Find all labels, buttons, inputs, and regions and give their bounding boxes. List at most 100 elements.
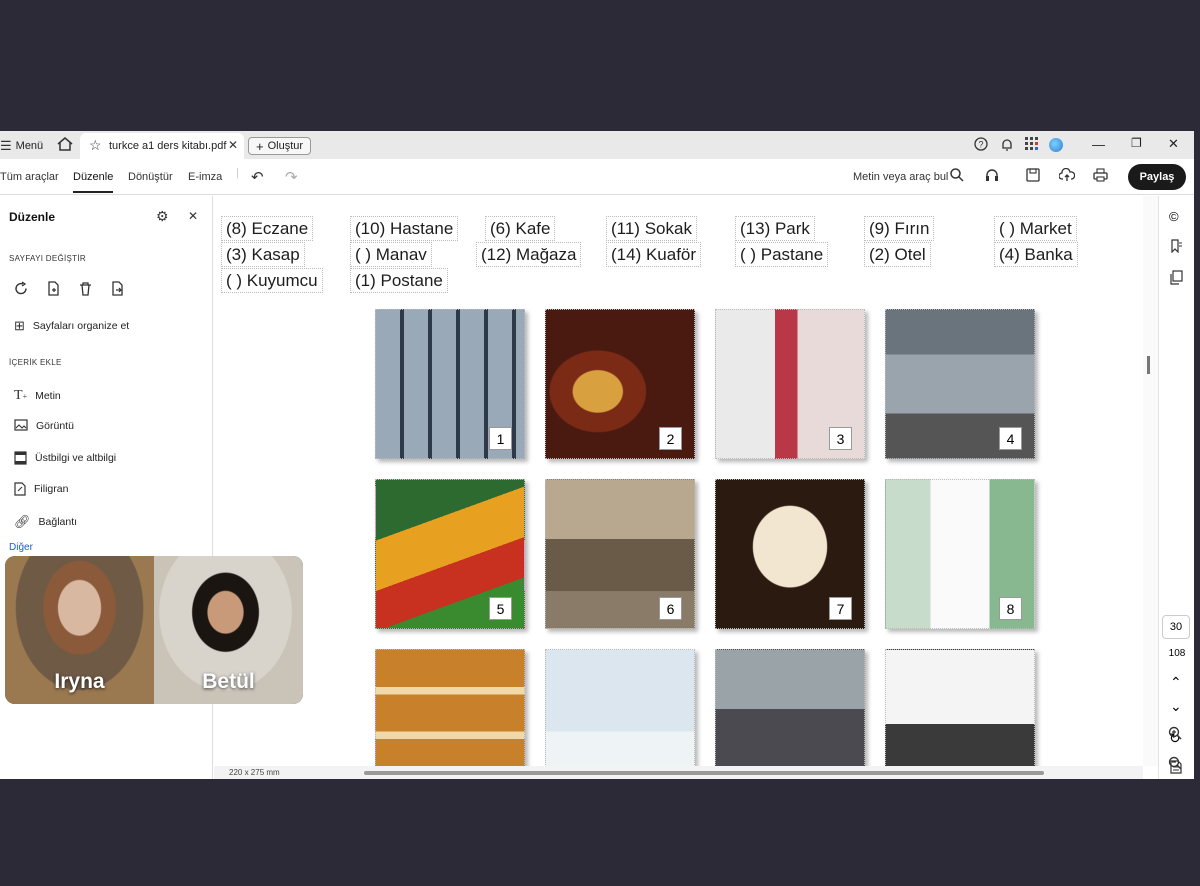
horizontal-scrollbar[interactable]: 220 x 275 mm [214, 766, 1143, 779]
section-change-page: SAYFAYI DEĞİŞTİR [9, 254, 86, 263]
close-panel-icon[interactable]: ✕ [188, 209, 198, 223]
photo-7: 7 [715, 479, 865, 629]
vocab-word[interactable]: (3) Kasap [221, 242, 305, 267]
participant-tile-iryna[interactable]: Iryna [5, 556, 154, 704]
home-button[interactable] [56, 136, 74, 152]
vocab-word[interactable]: (8) Eczane [221, 216, 314, 241]
vocab-word[interactable]: ( ) Pastane [735, 242, 829, 267]
tab-document[interactable]: ☆ turkce a1 ders kitabı.pdf ✕ [80, 133, 244, 159]
add-image-button[interactable]: Görüntü [14, 419, 74, 432]
photo-6: 6 [545, 479, 695, 629]
search-icon[interactable] [950, 168, 964, 185]
vscroll-thumb[interactable] [1147, 356, 1150, 374]
help-icon[interactable]: ? [974, 137, 988, 151]
participant-name: Iryna [54, 670, 105, 693]
comment-icon[interactable]: © [1169, 209, 1179, 224]
restore-icon[interactable]: ❐ [1131, 136, 1142, 150]
pages-icon[interactable] [1169, 270, 1183, 290]
share-button[interactable]: Paylaş [1128, 164, 1186, 190]
chevron-down-icon[interactable]: ⌄ [1170, 698, 1182, 715]
settings-icon[interactable]: ⚙ [156, 208, 169, 225]
photo-5: 5 [375, 479, 525, 629]
photo-2: 2 [545, 309, 695, 459]
photo-number-label: 8 [999, 597, 1022, 620]
star-icon[interactable]: ☆ [89, 137, 102, 154]
vocab-word[interactable]: (6) Kafe [485, 216, 556, 241]
add-text-button[interactable]: T + Metin [14, 388, 61, 404]
bell-icon[interactable] [1000, 137, 1014, 152]
tab-esign[interactable]: E-imza [188, 171, 222, 183]
apps-icon[interactable] [1025, 137, 1039, 151]
photo-row3-1 [375, 649, 525, 779]
watermark-label: Filigran [34, 483, 69, 495]
vocab-word[interactable]: (4) Banka [994, 242, 1078, 267]
vocab-word[interactable]: ( ) Kuyumcu [221, 268, 323, 293]
photo-number-label: 4 [999, 427, 1022, 450]
page-size-label: 220 x 275 mm [229, 768, 280, 777]
vocab-word[interactable]: (11) Sokak [606, 216, 697, 241]
delete-icon[interactable] [78, 281, 93, 296]
home-icon [57, 137, 73, 151]
print-icon[interactable] [1093, 168, 1108, 185]
vocab-word[interactable]: (2) Otel [864, 242, 931, 267]
photo-number-label: 1 [489, 427, 512, 450]
rotate-icon[interactable] [14, 281, 29, 296]
photo-4: 4 [885, 309, 1035, 459]
watermark-button[interactable]: Filigran [14, 482, 68, 496]
organize-icon: ⊞ [14, 318, 25, 333]
zoom-out-icon[interactable] [1168, 756, 1182, 775]
create-button[interactable]: + Oluştur [248, 137, 312, 155]
tab-all-tools[interactable]: Tüm araçlar [0, 171, 59, 183]
page-total: 108 [1168, 648, 1186, 659]
svg-text:?: ? [979, 140, 984, 150]
upload-cloud-icon[interactable] [1058, 167, 1076, 185]
vertical-scrollbar[interactable] [1143, 196, 1158, 766]
tab-convert[interactable]: Dönüştür [128, 171, 173, 183]
link-label: Bağlantı [38, 516, 78, 528]
tab-title: turkce a1 ders kitabı.pdf [109, 140, 227, 152]
bookmark-icon[interactable] [1169, 239, 1183, 258]
organize-pages-button[interactable]: ⊞ Sayfaları organize et [14, 318, 129, 334]
vocab-word[interactable]: (9) Fırın [864, 216, 935, 241]
photo-1: 1 [375, 309, 525, 459]
close-window-icon[interactable]: ✕ [1168, 136, 1179, 152]
insert-page-icon[interactable] [46, 281, 61, 296]
create-label: Oluştur [267, 140, 304, 152]
photo-number-label: 5 [489, 597, 512, 620]
photo-number-label: 2 [659, 427, 682, 450]
header-footer-button[interactable]: Üstbilgi ve altbilgi [14, 451, 116, 465]
avatar[interactable] [1049, 138, 1063, 152]
hamburger-icon: ☰ [0, 138, 12, 153]
vocab-word[interactable]: (13) Park [735, 216, 815, 241]
minimize-icon[interactable]: — [1092, 137, 1105, 152]
search-tools-label[interactable]: Metin veya araç bul [853, 171, 948, 183]
vocab-word[interactable]: ( ) Market [994, 216, 1077, 241]
menu-button[interactable]: ☰ Menü [0, 138, 43, 154]
vocab-word[interactable]: (14) Kuaför [606, 242, 702, 267]
video-call-overlay[interactable]: Iryna Betül [5, 556, 303, 704]
headphones-icon[interactable] [985, 168, 999, 185]
save-icon[interactable] [1026, 168, 1040, 185]
chevron-up-icon[interactable]: ⌃ [1170, 674, 1182, 691]
toolbar: Tüm araçlar Düzenle Dönüştür E-imza | ↶ … [0, 159, 1194, 195]
vocab-word[interactable]: ( ) Manav [350, 242, 432, 267]
text-add-icon: T + [14, 388, 28, 403]
redo-icon[interactable]: ↷ [285, 168, 298, 186]
zoom-in-icon[interactable] [1168, 726, 1182, 745]
tab-edit[interactable]: Düzenle [73, 171, 114, 193]
add-image-label: Görüntü [36, 419, 74, 432]
divider: | [236, 167, 239, 179]
scrollbar-thumb[interactable] [364, 771, 1044, 775]
close-tab-icon[interactable]: ✕ [228, 138, 238, 152]
undo-icon[interactable]: ↶ [251, 168, 264, 186]
add-text-label: Metin [35, 390, 61, 402]
page-number-input[interactable]: 30 [1162, 615, 1190, 639]
more-link[interactable]: Diğer [9, 542, 33, 553]
link-button[interactable]: 🔗︎ Bağlantı [14, 514, 77, 530]
photo-number-label: 7 [829, 597, 852, 620]
extract-page-icon[interactable] [110, 281, 125, 296]
vocab-word[interactable]: (1) Postane [350, 268, 448, 293]
vocab-word[interactable]: (12) Mağaza [476, 242, 582, 267]
vocab-word[interactable]: (10) Hastane [350, 216, 459, 241]
participant-tile-betul[interactable]: Betül [154, 556, 303, 704]
